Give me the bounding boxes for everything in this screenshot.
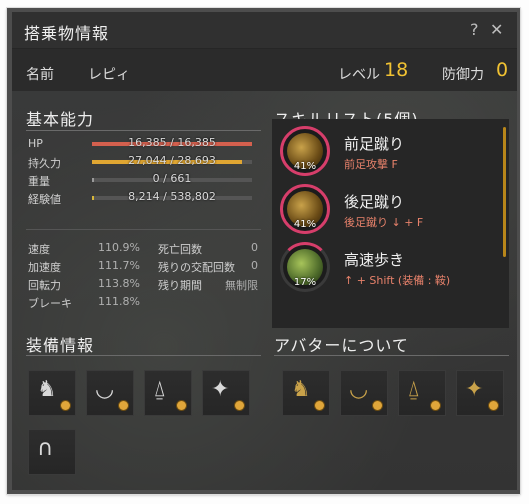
skill-item[interactable]: 41% 後足蹴り 後足蹴り ↓ + F (272, 181, 492, 239)
stat-label: ブレーキ (28, 297, 72, 310)
horseshoe-icon[interactable]: ∩ (28, 429, 76, 475)
skill-scrollbar[interactable] (503, 127, 506, 257)
avatar-horse-head-icon[interactable]: ♞ (282, 370, 330, 416)
name-label: 名前 (26, 67, 54, 83)
stat-value: 無制限 (225, 279, 258, 292)
basic-ability-title: 基本能力 (26, 110, 95, 129)
title-bar: 搭乗物情報 ? ✕ (12, 12, 517, 49)
skill-percent: 17% (293, 277, 317, 288)
info-bar: 名前 レピィ レベル 18 防御力 0 (12, 49, 517, 91)
mount-info-window: 搭乗物情報 ? ✕ 名前 レピィ レベル 18 防御力 0 基本能力 HP 16,… (12, 12, 517, 490)
divider (274, 355, 509, 356)
stat-label: 死亡回数 (158, 243, 202, 256)
stat-label: 残り期間 (158, 279, 202, 292)
skill-item[interactable]: 17% 高速歩き ↑ + Shift (装備 : 鞍) (272, 239, 492, 297)
skill-percent: 41% (293, 161, 317, 172)
avatar-armor-icon[interactable]: ✦ (456, 370, 504, 416)
equipment-title: 装備情報 (26, 336, 95, 355)
defense-label: 防御力 (442, 67, 484, 83)
skill-percent: 41% (293, 219, 317, 230)
stat-bar-value: 16,385 / 16,385 (128, 136, 216, 149)
horse-head-icon[interactable]: ♞ (28, 370, 76, 416)
stat-label: 速度 (28, 243, 50, 256)
back-kick-icon: 41% (280, 184, 330, 234)
stat-value: 0 (251, 259, 258, 272)
stat-value: 0 (251, 241, 258, 254)
avatar-saddle-icon[interactable]: ◡ (340, 370, 388, 416)
level-label: レベル (338, 67, 380, 83)
avatar-title: アバターについて (274, 336, 409, 355)
name-value: レピィ (88, 67, 130, 83)
stat-bar-label: HP (28, 137, 43, 150)
skill-name: 高速歩き (344, 251, 405, 269)
stat-value: 111.7% (98, 259, 140, 272)
stat-bar-value: 27,044 / 28,693 (128, 154, 216, 167)
stat-label: 加速度 (28, 261, 61, 274)
level-value: 18 (384, 59, 409, 81)
skill-command: ↑ + Shift (装備 : 鞍) (344, 274, 451, 287)
stat-bar-value: 0 / 661 (152, 172, 192, 185)
divider (26, 355, 261, 356)
stat-value: 113.8% (98, 277, 140, 290)
fast-walk-icon: 17% (280, 242, 330, 292)
stat-label: 回転力 (28, 279, 61, 292)
stat-bar-label: 持久力 (28, 157, 61, 170)
skill-name: 後足蹴り (344, 193, 405, 211)
stat-bar-value: 8,214 / 538,802 (128, 190, 216, 203)
stat-value: 111.8% (98, 295, 140, 308)
close-button[interactable]: ✕ (490, 20, 503, 39)
skill-name: 前足蹴り (344, 135, 405, 153)
stirrup-icon[interactable]: ⍙ (144, 370, 192, 416)
skill-command: 前足攻撃 F (344, 158, 398, 171)
help-button[interactable]: ? (470, 20, 479, 39)
hoof-kick-icon: 41% (280, 126, 330, 176)
horse-armor-icon[interactable]: ✦ (202, 370, 250, 416)
skill-list: 41% 前足蹴り 前足攻撃 F 41% 後足蹴り 後足蹴り ↓ + F 17% … (272, 119, 509, 328)
window-title: 搭乗物情報 (24, 24, 110, 43)
divider (26, 130, 261, 131)
stat-bar-label: 重量 (28, 175, 50, 188)
saddle-icon[interactable]: ◡ (86, 370, 134, 416)
stat-value: 110.9% (98, 241, 140, 254)
skill-command: 後足蹴り ↓ + F (344, 216, 424, 229)
skill-item[interactable]: 41% 前足蹴り 前足攻撃 F (272, 123, 492, 181)
divider (26, 229, 261, 230)
defense-value: 0 (496, 59, 509, 81)
stat-bar-label: 経験値 (28, 193, 61, 206)
avatar-stirrup-icon[interactable]: ⍙ (398, 370, 446, 416)
